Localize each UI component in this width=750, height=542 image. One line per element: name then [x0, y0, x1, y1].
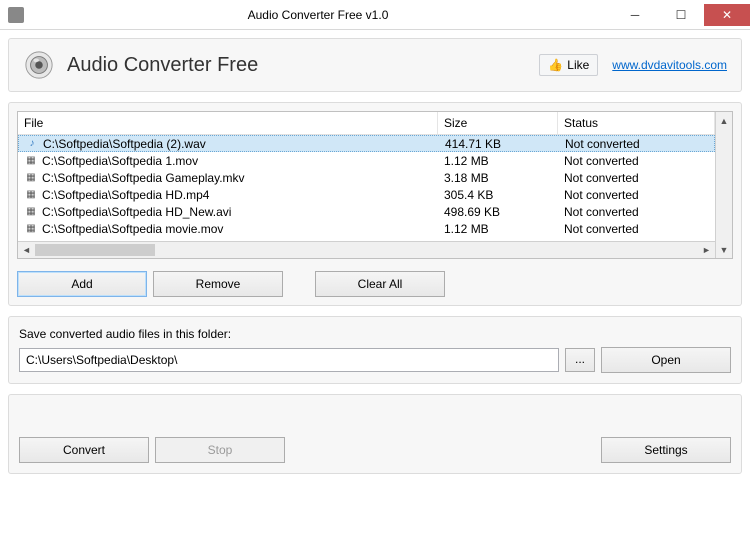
file-status: Not converted: [558, 221, 715, 237]
video-file-icon: ▦: [24, 188, 38, 202]
horizontal-scrollbar[interactable]: ◄ ►: [18, 241, 715, 258]
table-row[interactable]: ▦ C:\Softpedia\Softpedia HD_New.avi 498.69…: [18, 203, 715, 220]
file-path: C:\Softpedia\Softpedia HD_New.avi: [42, 205, 231, 219]
file-size: 414.71 KB: [439, 136, 559, 152]
speaker-icon: [23, 49, 55, 81]
video-file-icon: ▦: [24, 222, 38, 236]
settings-button[interactable]: Settings: [601, 437, 731, 463]
app-title: Audio Converter Free: [67, 54, 539, 77]
file-status: Not converted: [558, 187, 715, 203]
minimize-button[interactable]: ─: [612, 4, 658, 26]
header-panel: Audio Converter Free 👍 Like www.dvdavito…: [8, 38, 742, 92]
column-header-file[interactable]: File: [18, 112, 438, 134]
window-title: Audio Converter Free v1.0: [24, 8, 612, 22]
file-status: Not converted: [558, 204, 715, 220]
video-file-icon: ▦: [24, 154, 38, 168]
save-folder-label: Save converted audio files in this folde…: [19, 327, 731, 341]
column-header-status[interactable]: Status: [558, 112, 715, 134]
file-status: Not converted: [558, 153, 715, 169]
file-path: C:\Softpedia\Softpedia movie.mov: [42, 222, 223, 236]
add-button[interactable]: Add: [17, 271, 147, 297]
file-status: Not converted: [559, 136, 714, 152]
file-panel: File Size Status ♪C:\Softpedia\Softpedia…: [8, 102, 742, 306]
table-row[interactable]: ▦ C:\Softpedia\Softpedia 1.mov 1.12 MBNot …: [18, 152, 715, 169]
table-row[interactable]: ▦ C:\Softpedia\Softpedia Gameplay.mkv 3.18…: [18, 169, 715, 186]
website-link[interactable]: www.dvdavitools.com: [612, 58, 727, 72]
file-list: File Size Status ♪C:\Softpedia\Softpedia…: [17, 111, 733, 259]
convert-button[interactable]: Convert: [19, 437, 149, 463]
scroll-up-icon[interactable]: ▲: [716, 112, 732, 129]
table-row[interactable]: ♪ C:\Softpedia\Softpedia (2).wav 414.71 KB…: [18, 135, 715, 152]
app-icon: [8, 7, 24, 23]
scroll-left-icon[interactable]: ◄: [18, 242, 35, 258]
file-status: Not converted: [558, 170, 715, 186]
video-file-icon: ▦: [24, 171, 38, 185]
maximize-button[interactable]: ☐: [658, 4, 704, 26]
like-label: Like: [567, 58, 589, 72]
file-size: 1.12 MB: [438, 221, 558, 237]
file-path: C:\Softpedia\Softpedia Gameplay.mkv: [42, 171, 245, 185]
stop-button[interactable]: Stop: [155, 437, 285, 463]
thumb-up-icon: 👍: [548, 58, 563, 72]
open-folder-button[interactable]: Open: [601, 347, 731, 373]
column-header-size[interactable]: Size: [438, 112, 558, 134]
table-row[interactable]: ▦ C:\Softpedia\Softpedia HD.mp4 305.4 KBNo…: [18, 186, 715, 203]
video-file-icon: ▦: [24, 205, 38, 219]
close-button[interactable]: ✕: [704, 4, 750, 26]
file-path: C:\Softpedia\Softpedia 1.mov: [42, 154, 198, 168]
save-panel: Save converted audio files in this folde…: [8, 316, 742, 384]
clear-all-button[interactable]: Clear All: [315, 271, 445, 297]
file-size: 1.12 MB: [438, 153, 558, 169]
title-bar: Audio Converter Free v1.0 ─ ☐ ✕: [0, 0, 750, 30]
file-path: C:\Softpedia\Softpedia (2).wav: [43, 137, 206, 151]
file-list-header: File Size Status: [18, 112, 715, 135]
remove-button[interactable]: Remove: [153, 271, 283, 297]
music-note-icon: ♪: [25, 137, 39, 151]
file-size: 305.4 KB: [438, 187, 558, 203]
file-size: 498.69 KB: [438, 204, 558, 220]
vertical-scrollbar[interactable]: ▲ ▼: [715, 112, 732, 258]
bottom-panel: Convert Stop Settings: [8, 394, 742, 474]
scroll-right-icon[interactable]: ►: [698, 242, 715, 258]
like-button[interactable]: 👍 Like: [539, 54, 598, 76]
save-path-input[interactable]: [19, 348, 559, 372]
table-row[interactable]: ▦ C:\Softpedia\Softpedia movie.mov 1.12 MB…: [18, 220, 715, 237]
file-path: C:\Softpedia\Softpedia HD.mp4: [42, 188, 209, 202]
scroll-down-icon[interactable]: ▼: [716, 241, 732, 258]
file-size: 3.18 MB: [438, 170, 558, 186]
browse-button[interactable]: ...: [565, 348, 595, 372]
scrollbar-thumb[interactable]: [35, 244, 155, 256]
